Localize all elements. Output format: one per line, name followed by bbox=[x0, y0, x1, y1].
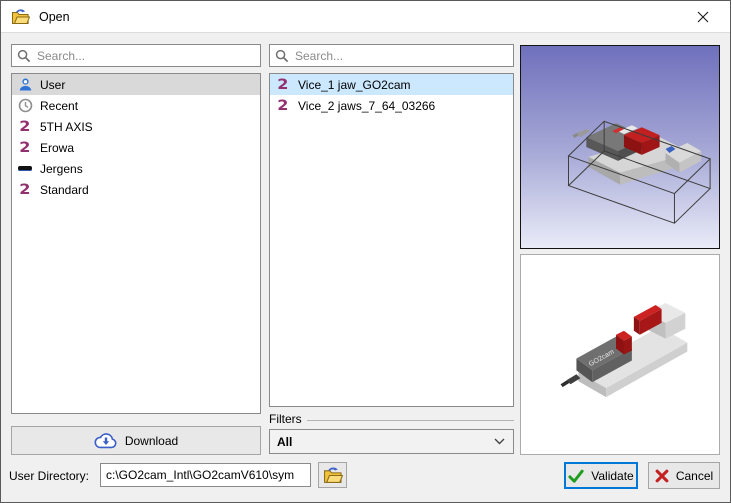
clock-icon bbox=[15, 98, 35, 113]
preview-3d-shaded: GO2cam bbox=[520, 254, 720, 455]
go2cam-logo-icon: 2 bbox=[15, 141, 35, 155]
cloud-download-icon bbox=[94, 432, 118, 449]
go2cam-logo-icon: 2 bbox=[15, 183, 35, 197]
vice-3d-wireframe-render bbox=[521, 46, 719, 248]
close-icon bbox=[697, 11, 709, 23]
user-directory-label: User Directory: bbox=[9, 469, 89, 483]
title-bar: Open bbox=[1, 1, 730, 33]
cancel-label: Cancel bbox=[676, 469, 713, 483]
open-dialog: Open bbox=[0, 0, 731, 503]
jergens-bar-icon bbox=[15, 166, 35, 171]
filters-dropdown-value: All bbox=[270, 435, 494, 449]
list-item-label: Jergens bbox=[40, 162, 83, 176]
filters-dropdown[interactable]: All bbox=[269, 429, 514, 454]
list-item-label: 5TH AXIS bbox=[40, 120, 93, 134]
window-title: Open bbox=[39, 10, 70, 24]
filters-group-line bbox=[307, 420, 514, 421]
file-item-vice2[interactable]: 2 Vice_2 jaws_7_64_03266 bbox=[270, 95, 513, 116]
preview-3d-bounding-box bbox=[520, 45, 720, 249]
open-folder-icon bbox=[323, 466, 343, 484]
file-search-box bbox=[269, 44, 514, 67]
file-item-label: Vice_2 jaws_7_64_03266 bbox=[298, 99, 435, 113]
file-list: 2 Vice_1 jaw_GO2cam 2 Vice_2 jaws_7_64_0… bbox=[269, 73, 514, 407]
list-item-user[interactable]: User bbox=[12, 74, 260, 95]
filters-group-label: Filters bbox=[269, 412, 514, 426]
go2cam-logo-icon: 2 bbox=[15, 120, 35, 134]
list-item-jergens[interactable]: Jergens bbox=[12, 158, 260, 179]
list-item-label: Erowa bbox=[40, 141, 74, 155]
list-item-recent[interactable]: Recent bbox=[12, 95, 260, 116]
category-search-input[interactable] bbox=[31, 49, 260, 63]
file-search-input[interactable] bbox=[289, 49, 513, 63]
file-item-label: Vice_1 jaw_GO2cam bbox=[298, 78, 411, 92]
list-item-erowa[interactable]: 2 Erowa bbox=[12, 137, 260, 158]
category-search-box bbox=[11, 44, 261, 67]
validate-button[interactable]: Validate bbox=[564, 462, 638, 489]
list-item-label: User bbox=[40, 78, 65, 92]
user-directory-input[interactable] bbox=[100, 463, 311, 487]
search-icon bbox=[17, 49, 31, 63]
vice-3d-render: GO2cam bbox=[521, 255, 719, 454]
green-check-icon bbox=[568, 469, 584, 483]
download-button[interactable]: Download bbox=[11, 426, 261, 455]
go2cam-logo-icon: 2 bbox=[273, 78, 293, 92]
file-item-vice1[interactable]: 2 Vice_1 jaw_GO2cam bbox=[270, 74, 513, 95]
user-icon bbox=[15, 77, 35, 92]
go2cam-logo-icon: 2 bbox=[273, 99, 293, 113]
open-folder-icon bbox=[11, 8, 30, 25]
cancel-button[interactable]: Cancel bbox=[648, 462, 720, 489]
validate-label: Validate bbox=[591, 469, 633, 483]
download-label: Download bbox=[125, 434, 178, 448]
list-item-standard[interactable]: 2 Standard bbox=[12, 179, 260, 200]
search-icon bbox=[275, 49, 289, 63]
list-item-label: Recent bbox=[40, 99, 78, 113]
red-x-icon bbox=[655, 469, 669, 483]
list-item-label: Standard bbox=[40, 183, 89, 197]
category-list: User Recent 2 5TH AXIS 2 Erowa Jergens 2 bbox=[11, 73, 261, 414]
chevron-down-icon bbox=[494, 438, 505, 445]
list-item-5th-axis[interactable]: 2 5TH AXIS bbox=[12, 116, 260, 137]
close-button[interactable] bbox=[686, 1, 720, 32]
browse-folder-button[interactable] bbox=[318, 462, 347, 488]
